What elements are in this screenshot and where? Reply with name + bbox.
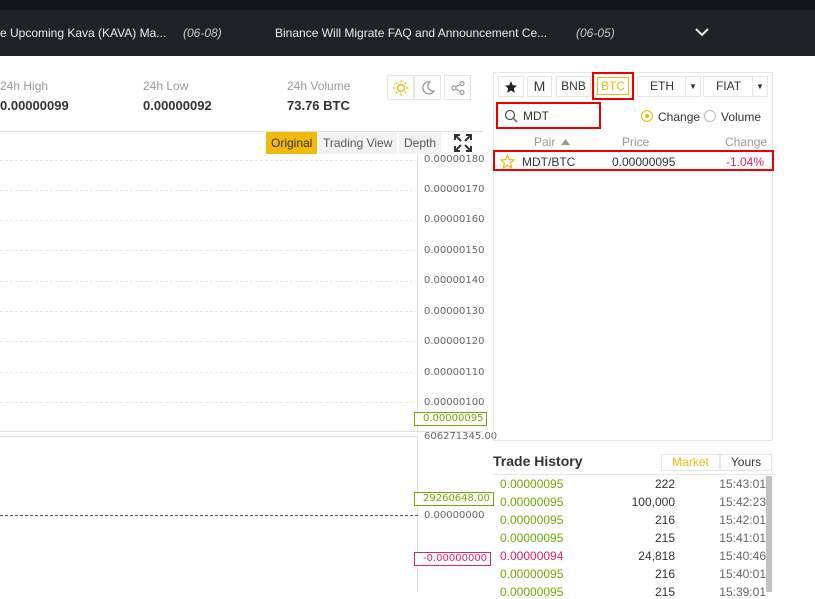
y-tick: 0.00000170	[424, 184, 485, 195]
trade-time: 15:43:01	[719, 477, 766, 491]
dark-theme-button[interactable]	[414, 75, 441, 100]
col-change[interactable]: Change	[725, 135, 767, 149]
market-row-mdt-btc[interactable]: MDT/BTC 0.00000095 -1.04%	[493, 150, 774, 171]
trade-amount: 215	[654, 531, 675, 545]
trade-time: 15:40:46	[719, 549, 766, 563]
news-item-2[interactable]: Binance Will Migrate FAQ and Announcemen…	[275, 26, 547, 40]
trade-time: 15:42:01	[719, 513, 766, 527]
chevron-down-icon[interactable]	[693, 23, 711, 41]
radio-change[interactable]	[641, 110, 653, 122]
trade-history-scrollbar[interactable]	[766, 476, 772, 592]
volume-value: 73.76 BTC	[287, 98, 350, 113]
y-tick: 0.00000120	[424, 336, 485, 347]
light-theme-button[interactable]	[387, 75, 414, 100]
search-input[interactable]: MDT	[523, 109, 549, 123]
trade-price: 0.00000095	[500, 513, 564, 527]
radio-volume-label[interactable]: Volume	[721, 110, 761, 124]
share-button[interactable]	[444, 75, 471, 100]
news-item-1[interactable]: e Upcoming Kava (KAVA) Ma...	[0, 26, 166, 40]
vol-zero-tick: 0.00000000	[424, 510, 485, 521]
trade-price: 0.00000094	[500, 549, 564, 563]
y-tick: 0.00000130	[424, 306, 485, 317]
trade-amount: 222	[654, 477, 675, 491]
row-change: -1.04%	[726, 155, 765, 169]
star-icon	[505, 81, 517, 93]
trade-time: 15:40:01	[719, 567, 766, 581]
trade-time: 15:41:01	[719, 531, 766, 545]
y-tick: 0.00000140	[424, 275, 485, 286]
tab-m[interactable]: M	[527, 76, 552, 97]
moon-icon	[421, 80, 435, 95]
share-icon	[450, 80, 465, 95]
trade-time: 15:39:01	[719, 585, 766, 599]
neg-tag: -0.00000000	[414, 552, 492, 566]
y-tick: 0.00000100	[424, 397, 485, 408]
tab-fiat[interactable]: FIAT ▼	[703, 76, 768, 97]
trade-price: 0.00000095	[500, 477, 564, 491]
fullscreen-icon[interactable]	[454, 134, 472, 152]
low-value: 0.00000092	[143, 98, 212, 113]
y-tick: 0.00000160	[424, 214, 485, 225]
trade-price: 0.00000095	[500, 567, 564, 581]
tab-original[interactable]: Original	[266, 132, 318, 154]
radio-volume[interactable]	[704, 110, 716, 122]
volume-label: 24h Volume	[287, 79, 351, 93]
low-label: 24h Low	[143, 79, 189, 93]
search-box[interactable]: MDT	[496, 102, 601, 129]
trade-amount: 24,818	[638, 549, 675, 563]
y-tick: 0.00000180	[424, 154, 485, 165]
row-pair: MDT/BTC	[522, 155, 576, 169]
tab-eth-label: ETH	[650, 79, 674, 93]
radio-change-label[interactable]: Change	[658, 110, 700, 124]
news-date-2: (06-05)	[576, 26, 615, 40]
y-tick: 0.00000110	[424, 367, 485, 378]
tab-btc[interactable]: BTC	[597, 77, 629, 95]
tab-btc-highlight[interactable]: BTC	[592, 72, 634, 100]
tab-fiat-label: FIAT	[715, 79, 742, 93]
col-price[interactable]: Price	[622, 135, 649, 149]
trade-price: 0.00000095	[500, 531, 564, 545]
trade-price: 0.00000095	[500, 495, 564, 509]
trade-amount: 100,000	[631, 495, 675, 509]
trade-history-title: Trade History	[493, 453, 583, 469]
trade-amount: 216	[654, 567, 675, 581]
trade-amount: 216	[654, 513, 675, 527]
row-price: 0.00000095	[612, 155, 676, 169]
high-value: 0.00000099	[0, 98, 69, 113]
sun-icon	[393, 80, 408, 95]
col-pair[interactable]: Pair	[534, 135, 555, 149]
y-tick: 0.00000150	[424, 245, 485, 256]
tab-yours[interactable]: Yours	[720, 454, 772, 471]
tab-eth[interactable]: ETH ▼	[637, 76, 701, 97]
search-icon	[504, 109, 518, 123]
news-date-1: (06-08)	[183, 26, 222, 40]
top-bar	[0, 0, 815, 10]
tab-bnb[interactable]: BNB	[556, 76, 591, 97]
tab-trading-view[interactable]: Trading View	[318, 132, 398, 154]
trade-time: 15:42:23	[719, 495, 766, 509]
tab-depth[interactable]: Depth	[399, 132, 442, 154]
fiat-dropdown-icon[interactable]: ▼	[752, 77, 767, 96]
price-tag: 0.00000095	[414, 412, 488, 426]
trade-amount: 215	[654, 585, 675, 599]
vol-top-tick: 606271345.00	[424, 431, 498, 442]
news-ticker: e Upcoming Kava (KAVA) Ma... (06-08) Bin…	[0, 10, 815, 56]
volume-plot[interactable]	[0, 436, 418, 592]
high-label: 24h High	[0, 79, 49, 93]
vol-tag: 29260648.00	[414, 492, 494, 506]
eth-dropdown-icon[interactable]: ▼	[685, 77, 700, 96]
tab-market[interactable]: Market	[661, 454, 720, 471]
favorites-tab[interactable]	[498, 76, 524, 97]
sort-asc-icon[interactable]	[561, 139, 570, 145]
star-outline-icon[interactable]	[500, 154, 515, 169]
price-plot[interactable]	[0, 155, 418, 432]
trade-price: 0.00000095	[500, 585, 564, 599]
